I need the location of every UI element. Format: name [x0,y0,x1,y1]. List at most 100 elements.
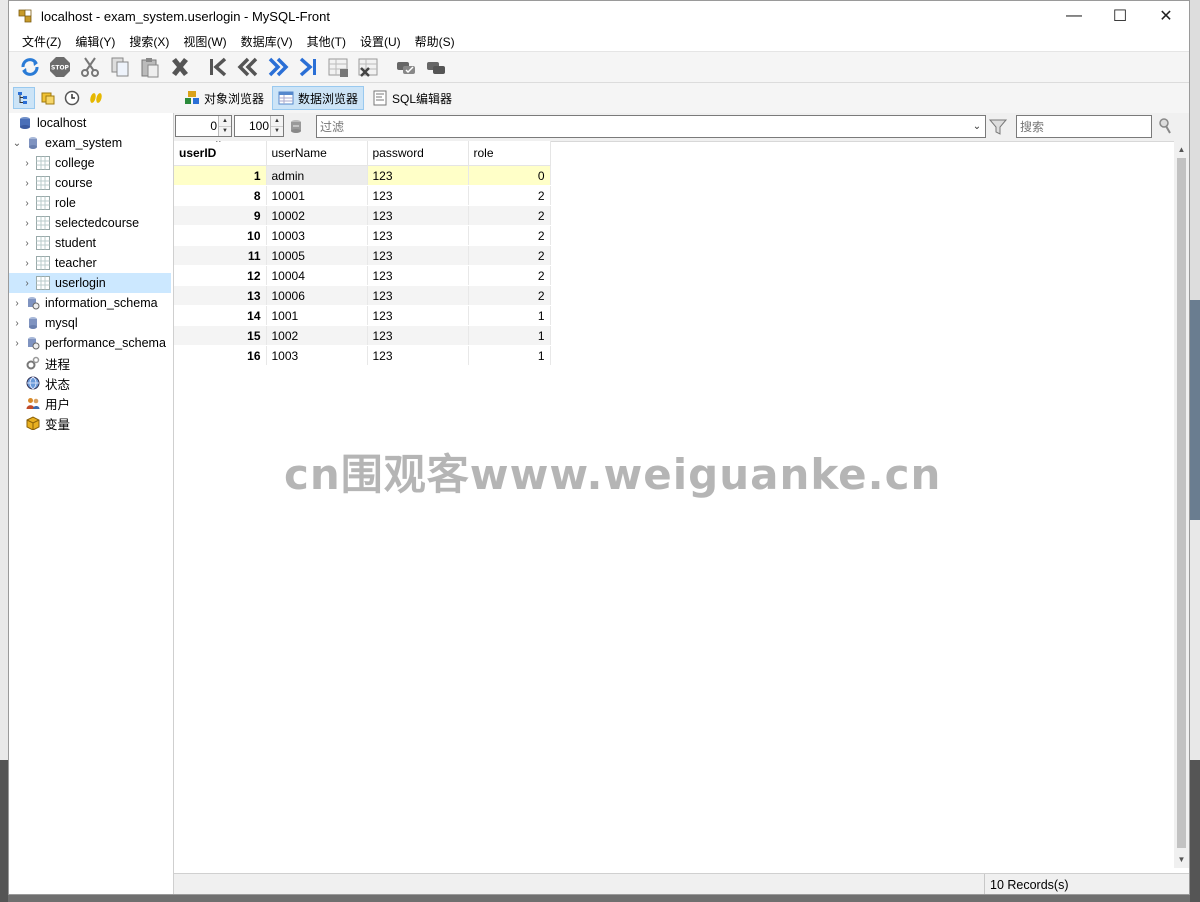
bookmarks-button[interactable] [37,87,59,109]
menu-view[interactable]: 视图(W) [176,33,233,50]
column-header-username[interactable]: userName [266,141,368,166]
tree-node-table-selectedcourse[interactable]: › selectedcourse [21,213,139,233]
cell-password[interactable]: 123 [367,205,469,226]
table-row[interactable]: 15 1002 123 1 [174,325,551,346]
cell-role[interactable]: 0 [468,165,551,186]
tree-node-table-college[interactable]: › college [21,153,95,173]
cell-role[interactable]: 1 [468,345,551,366]
cell-userid[interactable]: 11 [174,245,267,266]
tree-node-table-teacher[interactable]: › teacher [21,253,97,273]
offset-stepper-arrows[interactable]: ▲ ▼ [218,116,231,136]
cell-role[interactable]: 2 [468,225,551,246]
chevron-down-icon[interactable]: ⌄ [969,116,985,137]
cell-userid[interactable]: 12 [174,265,267,286]
chevron-down-icon[interactable]: ⌄ [11,133,23,153]
tree-node-variables[interactable]: 变量 [23,413,70,433]
vertical-scrollbar[interactable]: ▲ ▼ [1174,141,1189,868]
scrollbar-thumb[interactable] [1177,158,1186,848]
cell-username[interactable]: 10002 [266,205,368,226]
tree-node-table-userlogin[interactable]: › userlogin [9,273,171,293]
maximize-button[interactable]: ☐ [1097,1,1143,31]
table-row[interactable]: 16 1003 123 1 [174,345,551,366]
tree-node-table-student[interactable]: › student [21,233,96,253]
table-row[interactable]: 1 admin 123 0 [174,165,551,186]
chevron-up-icon[interactable]: ▲ [271,116,283,127]
menu-database[interactable]: 数据库(V) [234,33,300,50]
apply-filter-button[interactable] [988,117,1008,140]
cell-role[interactable]: 1 [468,325,551,346]
cell-username[interactable]: 1001 [266,305,368,326]
chevron-right-icon[interactable]: › [11,293,23,313]
tree-node-mysql[interactable]: › mysql [11,313,77,333]
tree-node-processes[interactable]: 进程 [23,353,70,373]
cell-username[interactable]: 10005 [266,245,368,266]
menu-other[interactable]: 其他(T) [300,33,353,50]
history-button[interactable] [61,87,83,109]
chevron-up-icon[interactable]: ▲ [219,116,231,127]
tree-node-table-course[interactable]: › course [21,173,93,193]
first-record-button[interactable] [203,53,233,81]
chevron-right-icon[interactable]: › [21,233,33,253]
cell-username[interactable]: 1002 [266,325,368,346]
next-page-button[interactable] [263,53,293,81]
column-header-userid[interactable]: ^ userID [174,141,267,166]
table-row[interactable]: 12 10004 123 2 [174,265,551,286]
search-input[interactable] [1017,116,1150,138]
refresh-button[interactable] [15,53,45,81]
offset-stepper[interactable]: ▲▼ [175,115,232,137]
tree-node-information-schema[interactable]: › information_schema [11,293,157,313]
cell-password[interactable]: 123 [367,325,469,346]
cell-password[interactable]: 123 [367,285,469,306]
column-header-role[interactable]: role [468,141,551,166]
chevron-right-icon[interactable]: › [21,173,33,193]
chevron-right-icon[interactable]: › [11,313,23,333]
scroll-up-icon[interactable]: ▲ [1174,141,1189,158]
tree-node-performance-schema[interactable]: › performance_schema [11,333,166,353]
tree-node-users[interactable]: 用户 [23,393,70,413]
search-box[interactable] [1016,115,1152,138]
cell-password[interactable]: 123 [367,165,469,186]
cell-role[interactable]: 2 [468,185,551,206]
chevron-down-icon[interactable]: ▼ [219,126,231,136]
chevron-right-icon[interactable]: › [21,213,33,233]
search-button[interactable] [1158,117,1174,138]
cell-userid[interactable]: 8 [174,185,267,206]
cell-userid[interactable]: 16 [174,345,267,366]
table-row[interactable]: 13 10006 123 2 [174,285,551,306]
cell-password[interactable]: 123 [367,185,469,206]
tree-node-table-role[interactable]: › role [21,193,76,213]
limit-stepper[interactable]: ▲▼ [234,115,284,137]
cell-userid[interactable]: 1 [174,165,267,186]
tree-node-exam-system[interactable]: ⌄ exam_system [11,133,122,153]
tree-node-status[interactable]: 状态 [23,373,70,393]
cell-username[interactable]: admin [266,165,368,186]
cell-userid[interactable]: 14 [174,305,267,326]
cut-button[interactable] [75,53,105,81]
prev-page-button[interactable] [233,53,263,81]
cell-userid[interactable]: 13 [174,285,267,306]
sql-history-button[interactable] [85,87,107,109]
cancel-edit-button[interactable] [421,53,451,81]
cell-password[interactable]: 123 [367,265,469,286]
table-row[interactable]: 11 10005 123 2 [174,245,551,266]
cell-password[interactable]: 123 [367,305,469,326]
cell-role[interactable]: 2 [468,205,551,226]
paste-button[interactable] [135,53,165,81]
cell-userid[interactable]: 15 [174,325,267,346]
cell-password[interactable]: 123 [367,345,469,366]
cell-role[interactable]: 1 [468,305,551,326]
filter-combobox[interactable]: ⌄ [316,115,986,138]
post-button[interactable] [391,53,421,81]
tab-data-browser[interactable]: 数据浏览器 [272,86,365,110]
chevron-right-icon[interactable]: › [21,273,33,293]
stop-button[interactable]: STOP [45,53,75,81]
table-row[interactable]: 14 1001 123 1 [174,305,551,326]
cell-role[interactable]: 2 [468,245,551,266]
cell-role[interactable]: 2 [468,285,551,306]
delete-button[interactable] [165,53,195,81]
last-record-button[interactable] [293,53,323,81]
cell-username[interactable]: 10001 [266,185,368,206]
delete-row-button[interactable] [353,53,383,81]
menu-settings[interactable]: 设置(U) [353,33,408,50]
tab-sql-editor[interactable]: SQL编辑器 [366,86,458,110]
